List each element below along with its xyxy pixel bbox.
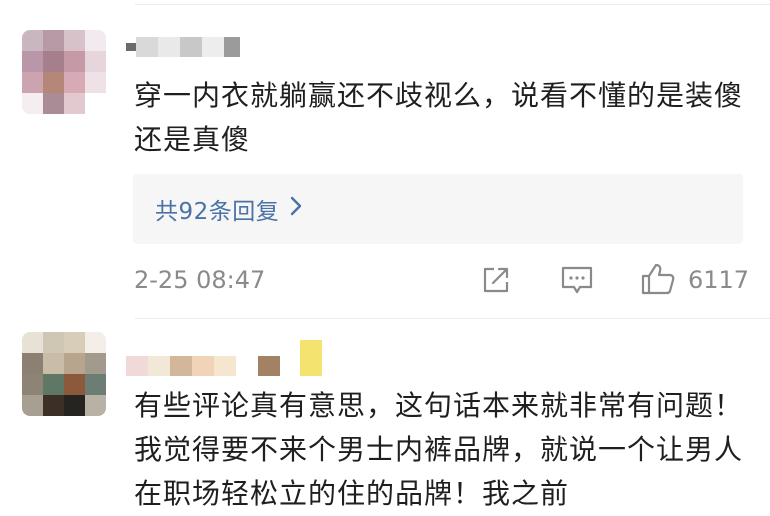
username-redacted[interactable]: [126, 336, 322, 376]
comment-text: 有些评论真有意思，这句话本来就非常有问题！我觉得要不来个男士内裤品牌，就说一个让…: [134, 389, 744, 510]
like-count[interactable]: 6117: [688, 266, 749, 294]
avatar[interactable]: [22, 332, 106, 416]
comment-divider: [135, 318, 770, 319]
comment-timestamp: 2-25 08:47: [134, 266, 266, 294]
comment-icon[interactable]: [560, 264, 594, 296]
replies-link[interactable]: 共92条回复: [133, 174, 743, 244]
username-redacted[interactable]: [126, 36, 240, 58]
share-icon[interactable]: [480, 264, 512, 296]
thumbs-up-icon[interactable]: [640, 262, 676, 296]
chevron-right-icon: [289, 195, 303, 223]
top-divider: [135, 4, 770, 5]
comment-text: 穿一内衣就躺赢还不歧视么，说看不懂的是装傻还是真傻: [134, 79, 744, 156]
replies-label: 共92条回复: [155, 199, 280, 225]
avatar[interactable]: [22, 30, 106, 114]
